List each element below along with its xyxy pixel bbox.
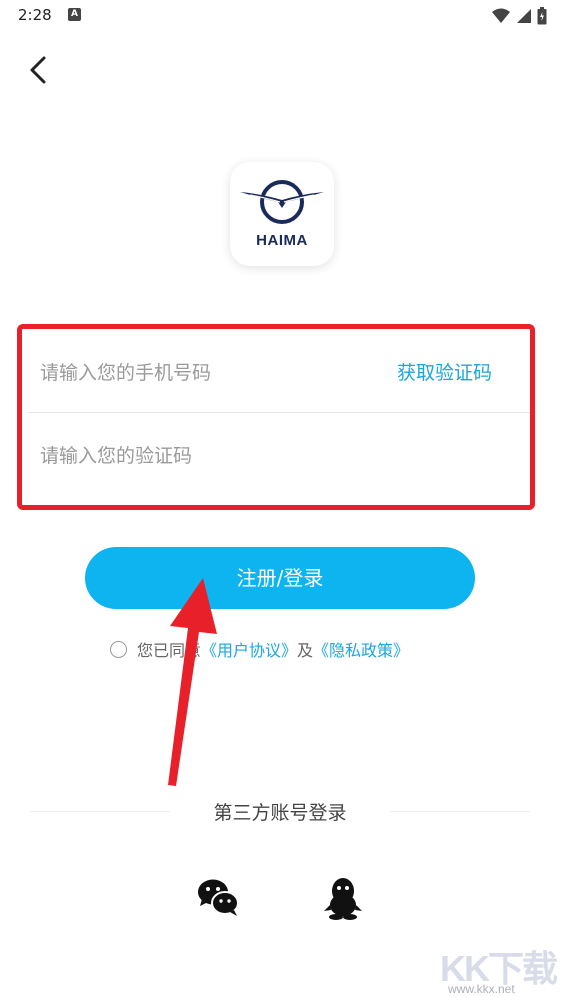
wechat-login-button[interactable] — [196, 875, 242, 921]
watermark: KK下载 www.kkx.net — [440, 940, 560, 997]
qq-icon — [324, 878, 362, 920]
agreement-prefix: 您已同意 — [137, 641, 202, 660]
code-row — [28, 413, 530, 499]
third-party-section: 第三方账号登录 — [30, 795, 530, 829]
phone-row: 获取验证码 — [28, 334, 530, 413]
agree-checkbox[interactable] — [110, 640, 127, 658]
battery-icon — [537, 7, 547, 25]
notification-icon: A — [68, 8, 81, 21]
get-code-button[interactable]: 获取验证码 — [397, 334, 492, 412]
third-party-title: 第三方账号登录 — [213, 802, 347, 824]
login-form: 获取验证码 — [28, 334, 530, 506]
back-arrow-icon — [30, 56, 46, 84]
user-agreement-link[interactable]: 《用户协议》 — [201, 637, 297, 661]
status-bar: 2:28 A — [0, 0, 561, 32]
signal-icon — [517, 9, 531, 23]
wechat-icon — [198, 879, 239, 916]
agreement-row: 您已同意 《用户协议》 及 《隐私政策》 — [110, 637, 409, 661]
logo-text: HAIMA — [256, 232, 308, 249]
login-button[interactable]: 注册/登录 — [85, 547, 475, 609]
status-time: 2:28 — [18, 6, 52, 24]
social-login-row — [0, 870, 561, 930]
status-icons — [492, 6, 547, 26]
app-logo: HAIMA — [230, 162, 334, 266]
code-input[interactable] — [40, 413, 370, 499]
qq-login-button[interactable] — [323, 875, 363, 921]
phone-input[interactable] — [40, 334, 370, 412]
privacy-policy-link[interactable]: 《隐私政策》 — [313, 637, 409, 661]
agreement-and: 及 — [297, 641, 314, 660]
back-button[interactable] — [20, 50, 60, 90]
watermark-url: www.kkx.net — [448, 982, 515, 996]
wifi-icon — [492, 8, 510, 23]
haima-emblem-icon — [240, 180, 324, 224]
